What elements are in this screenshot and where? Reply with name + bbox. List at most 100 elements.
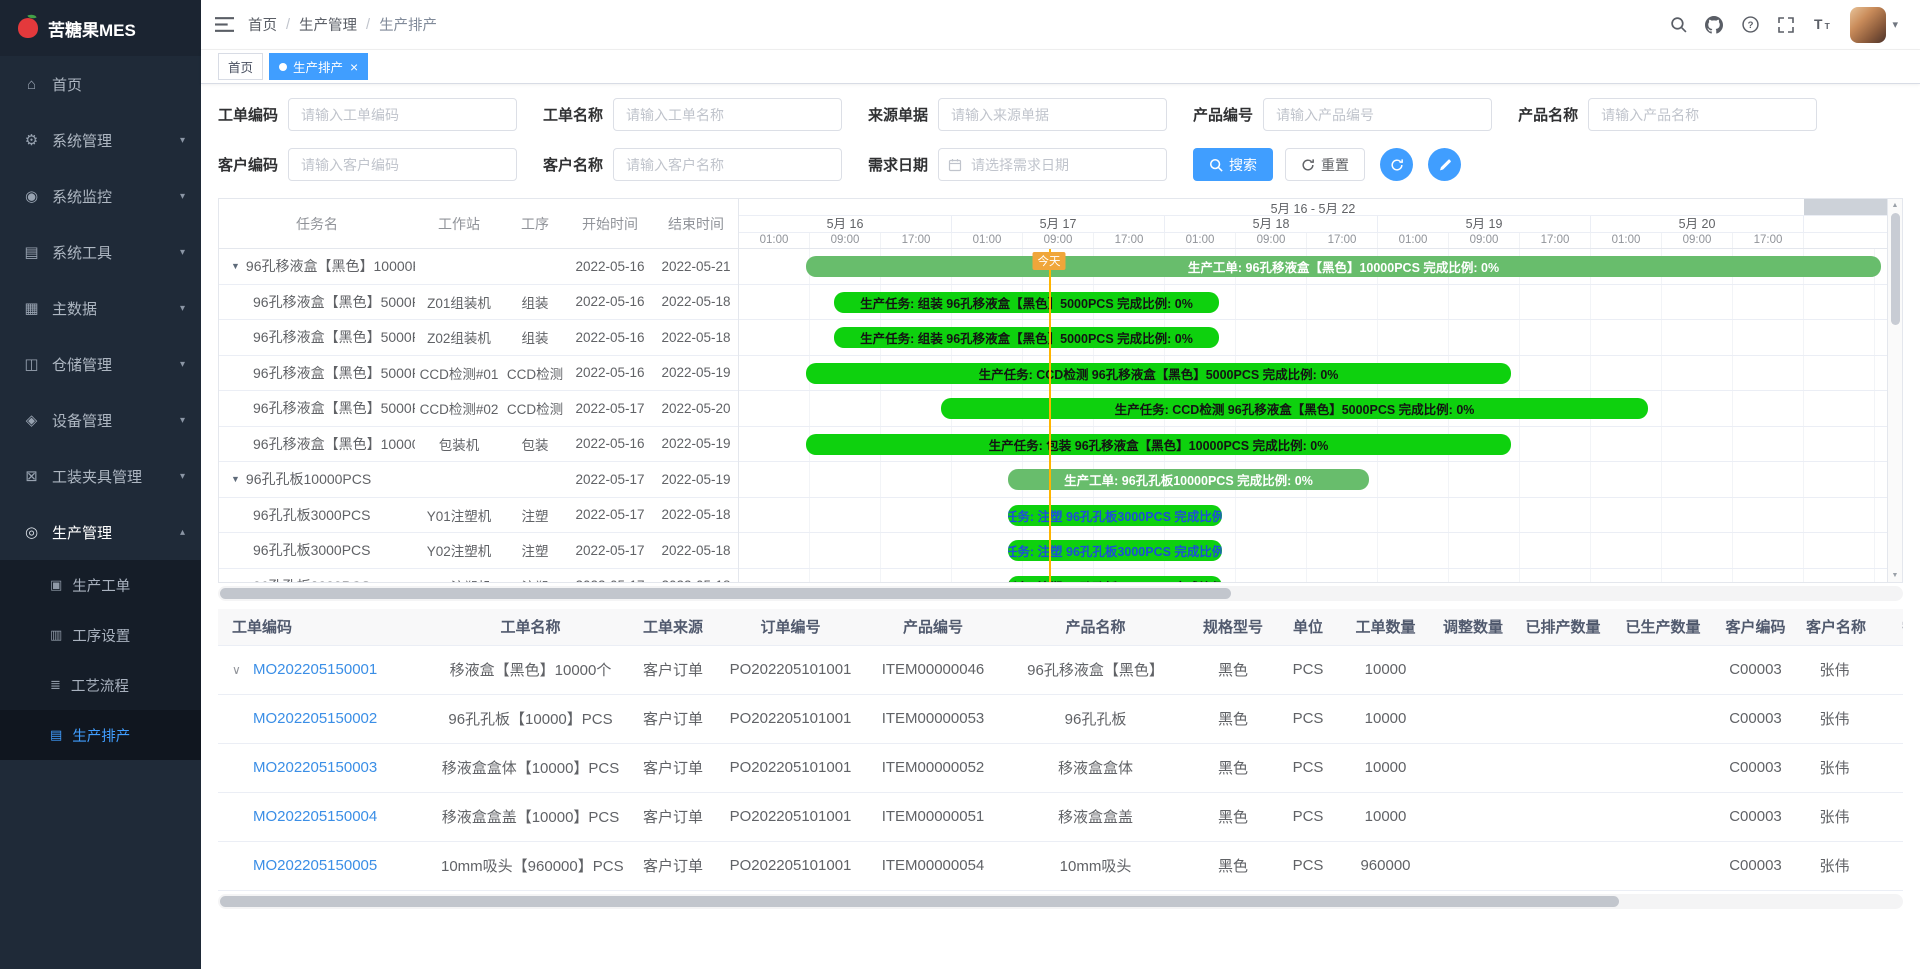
orders-col-header[interactable]: 客户编码 <box>1713 609 1798 645</box>
text-input[interactable] <box>1588 98 1817 131</box>
app-logo[interactable]: 苦糖果MES <box>0 0 201 56</box>
gantt-bar[interactable]: 生产任务: CCD检测 96孔移液盒【黑色】5000PCS 完成比例: 0% <box>941 398 1648 419</box>
tab-0[interactable]: 首页 <box>218 53 263 80</box>
gantt-bar[interactable]: 生产工单: 96孔孔板10000PCS 完成比例: 0% <box>1008 469 1369 490</box>
tab-1[interactable]: 生产排产 × <box>269 53 368 80</box>
text-input[interactable] <box>613 98 842 131</box>
order-row[interactable]: ∨ MO20220515000510mm吸头【960000】PCS客户订单PO2… <box>218 841 1903 890</box>
scroll-up-icon[interactable]: ▲ <box>1892 202 1899 209</box>
sidebar-item-0[interactable]: ⌂ 首页 <box>0 56 201 112</box>
refresh-button[interactable] <box>1380 148 1413 181</box>
orders-col-header[interactable]: 已生产数量 <box>1613 609 1713 645</box>
sidebar-subitem-3[interactable]: ▤ 生产排产 <box>0 710 201 760</box>
timeline-day: 5月 20 <box>1591 216 1804 232</box>
help-icon[interactable]: ? <box>1732 0 1768 50</box>
scroll-down-icon[interactable]: ▼ <box>1892 572 1899 579</box>
gantt-task-row[interactable]: 96孔移液盒【黑色】10000PCS 包装机 包装 2022-05-16 202… <box>219 427 738 463</box>
sidebar-item-8[interactable]: ◎ 生产管理 ▴ <box>0 504 201 560</box>
gantt-bar[interactable]: 生产任务: 组装 96孔移液盒【黑色】5000PCS 完成比例: 0% <box>834 327 1219 348</box>
orders-col-header[interactable]: 订单编号 <box>718 609 863 645</box>
orders-horizontal-scrollbar[interactable] <box>218 894 1903 909</box>
sidebar-subitem-1[interactable]: ▥ 工序设置 <box>0 610 201 660</box>
collapse-icon[interactable]: ▼ <box>231 261 240 271</box>
sidebar-item-1[interactable]: ⚙ 系统管理 ▾ <box>0 112 201 168</box>
order-row[interactable]: ∨ MO202205150001移液盒【黑色】10000个客户订单PO20220… <box>218 645 1903 694</box>
text-input[interactable] <box>613 148 842 181</box>
gantt-vertical-scrollbar[interactable]: ▲ ▼ <box>1887 199 1902 582</box>
order-code-link[interactable]: MO202205150003 <box>253 759 377 776</box>
gantt-task-row[interactable]: 96孔孔板3000PCS Y01注塑机 注塑 2022-05-17 2022-0… <box>219 498 738 534</box>
gantt-task-row[interactable]: 96孔孔板3000PCS Y02注塑机 注塑 2022-05-17 2022-0… <box>219 533 738 569</box>
task-name: 96孔移液盒【黑色】5000PCS <box>219 292 415 312</box>
sidebar-item-2[interactable]: ◉ 系统监控 ▾ <box>0 168 201 224</box>
avatar[interactable] <box>1850 7 1886 43</box>
user-menu[interactable]: ▾ <box>1850 7 1898 43</box>
gantt-task-row[interactable]: 96孔移液盒【黑色】5000PCS Z01组装机 组装 2022-05-16 2… <box>219 285 738 321</box>
orders-col-header[interactable]: 单位 <box>1278 609 1338 645</box>
gantt-horizontal-scrollbar[interactable] <box>218 586 1903 601</box>
text-input[interactable] <box>288 98 517 131</box>
order-row[interactable]: ∨ MO202205150003移液盒盒体【10000】PCS客户订单PO202… <box>218 743 1903 792</box>
sidebar-item-4[interactable]: ▦ 主数据 ▾ <box>0 280 201 336</box>
gantt-bar[interactable]: 生产任务: CCD检测 96孔移液盒【黑色】5000PCS 完成比例: 0% <box>806 363 1511 384</box>
gantt-task-row[interactable]: ▼96孔孔板10000PCS 2022-05-17 2022-05-19 <box>219 462 738 498</box>
github-icon[interactable] <box>1696 0 1732 50</box>
adjust-button[interactable] <box>1428 148 1461 181</box>
sidebar-item-7[interactable]: ⊠ 工装夹具管理 ▾ <box>0 448 201 504</box>
reset-button[interactable]: 重置 <box>1285 148 1365 181</box>
scroll-thumb[interactable] <box>1891 213 1900 325</box>
gantt-task-row[interactable]: 96孔孔板3000PCS Y03注塑机 注塑 2022-05-17 2022-0… <box>219 569 738 583</box>
font-size-icon[interactable]: TT <box>1804 0 1840 50</box>
expand-icon[interactable]: ∨ <box>232 663 241 677</box>
hamburger-icon[interactable] <box>215 16 234 33</box>
gantt-task-row[interactable]: 96孔移液盒【黑色】5000PCS Z02组装机 组装 2022-05-16 2… <box>219 320 738 356</box>
sidebar-subitem-2[interactable]: ≣ 工艺流程 <box>0 660 201 710</box>
gantt-task-row[interactable]: ▼96孔移液盒【黑色】10000PCS 2022-05-16 2022-05-2… <box>219 249 738 285</box>
orders-col-header[interactable]: 产品编号 <box>863 609 1003 645</box>
gantt-bar[interactable]: 生产任务: 包装 96孔移液盒【黑色】10000PCS 完成比例: 0% <box>806 434 1511 455</box>
date-input[interactable] <box>938 148 1167 181</box>
scroll-thumb[interactable] <box>220 896 1619 907</box>
order-code-link[interactable]: MO202205150002 <box>253 710 377 727</box>
search-button[interactable]: 搜索 <box>1193 148 1273 181</box>
gantt-bar[interactable]: 生产任务: 注塑 96孔孔板3000PCS 完成比例: 0% <box>1008 505 1222 526</box>
filter-label: 工单名称 <box>543 104 603 125</box>
sidebar-item-6[interactable]: ◈ 设备管理 ▾ <box>0 392 201 448</box>
order-code-link[interactable]: MO202205150005 <box>253 857 377 874</box>
orders-col-header[interactable]: 调整数量 <box>1433 609 1513 645</box>
text-input[interactable] <box>1263 98 1492 131</box>
sidebar-subitem-0[interactable]: ▣ 生产工单 <box>0 560 201 610</box>
orders-col-header[interactable]: 规格型号 <box>1188 609 1278 645</box>
gantt-task-row[interactable]: 96孔移液盒【黑色】5000PCS CCD检测#01 CCD检测 2022-05… <box>219 356 738 392</box>
orders-col-header[interactable]: 客户名称 <box>1798 609 1871 645</box>
order-cell: C00003 <box>1713 645 1798 694</box>
orders-col-header[interactable]: 工单编码 <box>218 609 433 645</box>
orders-col-header[interactable]: 已排产数量 <box>1513 609 1613 645</box>
order-row[interactable]: ∨ MO202205150004移液盒盒盖【10000】PCS客户订单PO202… <box>218 792 1903 841</box>
fullscreen-icon[interactable] <box>1768 0 1804 50</box>
search-icon[interactable] <box>1660 0 1696 50</box>
orders-col-header[interactable]: 工单名称 <box>433 609 628 645</box>
scroll-thumb[interactable] <box>220 588 1231 599</box>
orders-col-header[interactable]: 需求日期 <box>1871 609 1903 645</box>
gantt-bar[interactable]: 生产任务: 注塑 96孔孔板3000PCS 完成比例: 0% <box>1008 576 1222 583</box>
sidebar-item-5[interactable]: ◫ 仓储管理 ▾ <box>0 336 201 392</box>
gantt-task-row[interactable]: 96孔移液盒【黑色】5000PCS CCD检测#02 CCD检测 2022-05… <box>219 391 738 427</box>
gantt-bar[interactable]: 生产工单: 96孔移液盒【黑色】10000PCS 完成比例: 0% <box>806 256 1881 277</box>
breadcrumb-item[interactable]: 首页 <box>248 14 277 35</box>
collapse-icon[interactable]: ▼ <box>231 474 240 484</box>
order-code-link[interactable]: MO202205150004 <box>253 808 377 825</box>
gantt-bar[interactable]: 生产任务: 组装 96孔移液盒【黑色】5000PCS 完成比例: 0% <box>834 292 1219 313</box>
text-input[interactable] <box>288 148 517 181</box>
orders-col-header[interactable]: 工单数量 <box>1338 609 1433 645</box>
orders-col-header[interactable]: 产品名称 <box>1003 609 1188 645</box>
breadcrumb-item[interactable]: 生产管理 <box>299 14 357 35</box>
order-code-link[interactable]: MO202205150001 <box>253 661 377 678</box>
order-row[interactable]: ∨ MO20220515000296孔孔板【10000】PCS客户订单PO202… <box>218 694 1903 743</box>
gantt-bar[interactable]: 生产任务: 注塑 96孔孔板3000PCS 完成比例: 0% <box>1008 540 1222 561</box>
filter-label: 工单编码 <box>218 104 278 125</box>
orders-col-header[interactable]: 工单来源 <box>628 609 718 645</box>
close-icon[interactable]: × <box>350 60 358 74</box>
text-input[interactable] <box>938 98 1167 131</box>
sidebar-item-3[interactable]: ▤ 系统工具 ▾ <box>0 224 201 280</box>
